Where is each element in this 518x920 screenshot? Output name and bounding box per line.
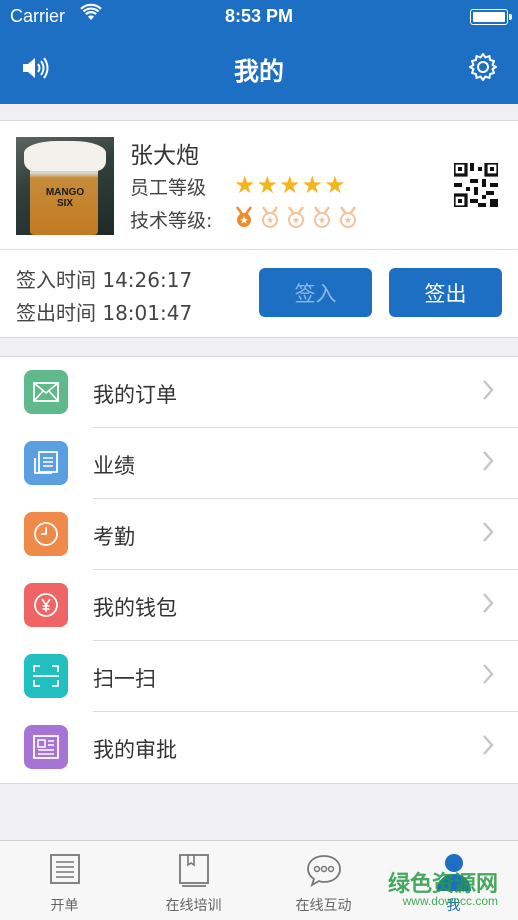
chevron-right-icon [482,734,494,760]
avatar-brand-line-1: MANGO [45,187,85,198]
menu-list: 我的订单 业绩 考勤 我的钱包 扫一扫 我的审批 [0,356,518,784]
chat-icon [259,853,388,887]
sign-in-button[interactable]: 签入 [259,268,372,317]
navbar: 我的 [0,34,518,104]
sign-out-button[interactable]: 签出 [389,268,502,317]
star-icon: ★ [301,171,325,199]
battery-icon [470,9,512,25]
tab-interaction[interactable]: 在线互动 [259,841,388,920]
menu-item-label: 我的订单 [93,383,177,407]
menu-item-label: 业绩 [93,454,135,478]
menu-item-label: 我的审批 [93,738,177,762]
watermark-url: www.downcc.com [402,894,498,908]
avatar-lid [24,141,106,171]
status-bar: Carrier 8:53 PM [0,0,518,34]
avatar-brand: MANGO SIX [40,187,90,209]
sign-in-time: 签入时间 14:26:17 [16,268,193,292]
star-icon: ★ [234,171,257,199]
employee-level-stars: ★★★★★ [234,173,347,197]
tab-label: 在线培训 [165,898,222,914]
yen-icon [24,583,68,627]
menu-item-approval[interactable]: 我的审批 [0,712,518,783]
medal-icon-active [235,206,253,227]
menu-item-orders[interactable]: 我的订单 [0,357,518,428]
clock-icon [24,512,68,556]
sign-out-time: 签出时间 18:01:47 [16,301,193,325]
star-icon: ★ [279,171,302,199]
tab-label: 在线互动 [295,898,352,914]
medal-icon [261,206,279,228]
menu-item-label: 考勤 [93,525,135,549]
tab-order[interactable]: 开单 [0,841,129,920]
menu-item-attendance[interactable]: 考勤 [0,499,518,570]
profile-divider [0,249,518,250]
scan-icon [24,654,68,698]
clock: 8:53 PM [224,6,294,26]
chevron-right-icon [482,592,494,618]
list-icon [0,853,129,885]
tab-label: 开单 [50,898,79,914]
document-icon [24,441,68,485]
qr-code-icon[interactable] [452,161,500,211]
star-icon: ★ [324,171,347,199]
book-icon [129,853,258,887]
header: Carrier 8:53 PM 我的 [0,0,518,104]
approval-icon [24,725,68,769]
chevron-right-icon [482,663,494,689]
menu-item-label: 扫一扫 [93,667,156,691]
star-icon: ★ [256,171,280,199]
menu-item-scan[interactable]: 扫一扫 [0,641,518,712]
menu-item-wallet[interactable]: 我的钱包 [0,570,518,641]
avatar-brand-line-2: SIX [56,198,74,209]
menu-item-label: 我的钱包 [93,596,177,620]
employee-name: 张大炮 [130,143,199,169]
avatar[interactable]: MANGO SIX [16,137,114,235]
chevron-right-icon [482,521,494,547]
medal-icon [287,206,305,228]
menu-item-performance[interactable]: 业绩 [0,428,518,499]
medal-icon [313,206,331,228]
gear-icon[interactable] [468,52,498,86]
tech-level-label: 技术等级: [130,210,213,232]
tab-training[interactable]: 在线培训 [129,841,258,920]
page-title: 我的 [233,57,284,86]
envelope-icon [24,370,68,414]
chevron-right-icon [482,450,494,476]
chevron-right-icon [482,379,494,405]
employee-level-label: 员工等级 [130,177,207,199]
medal-icon [339,206,357,228]
tech-level-medals [234,206,358,228]
